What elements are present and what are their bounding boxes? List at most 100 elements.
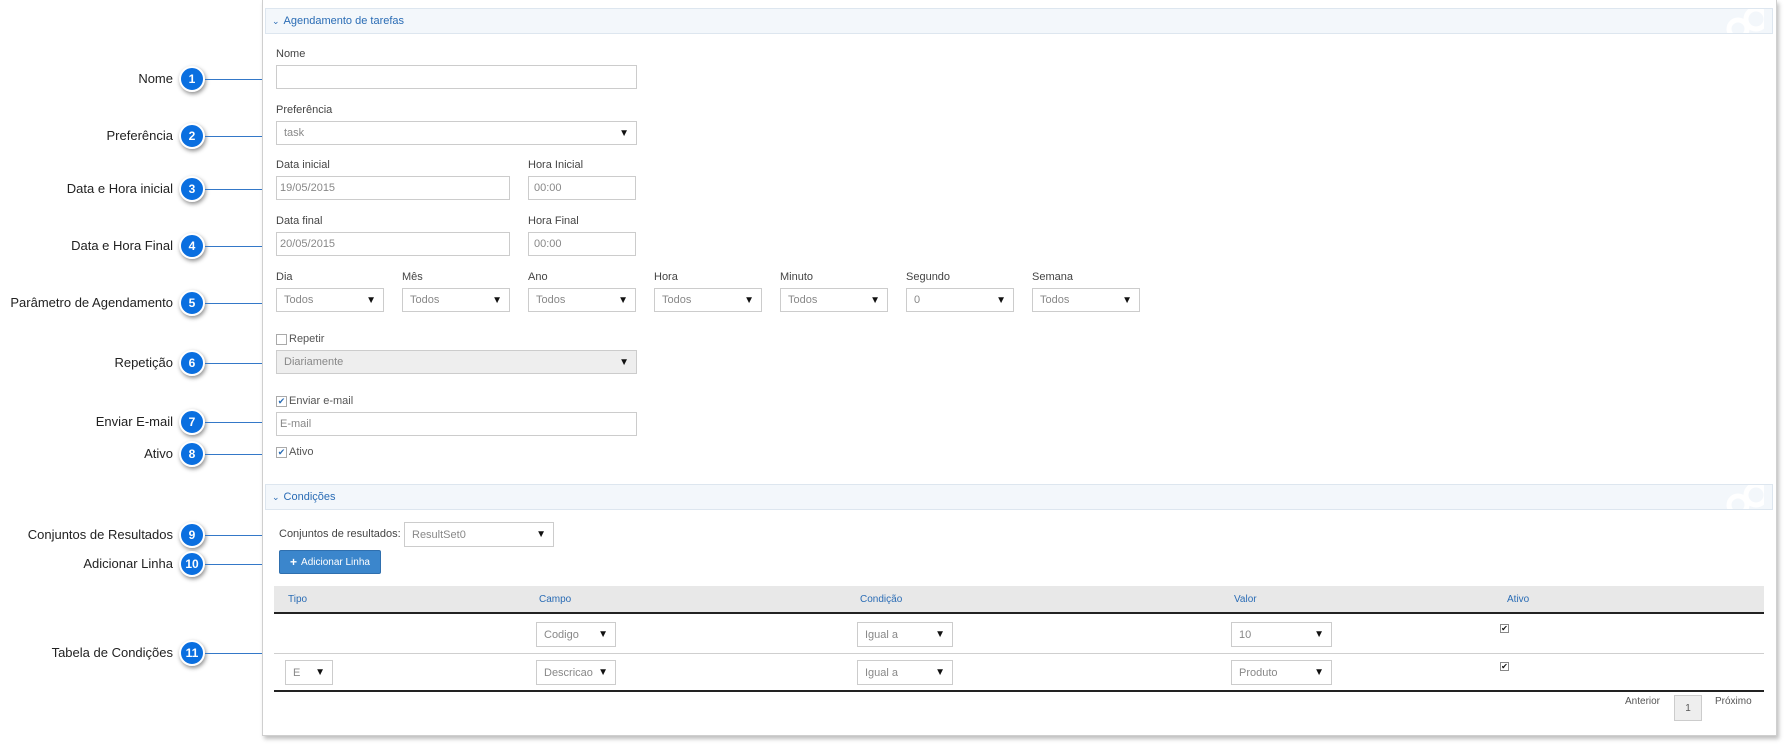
enviar-email-label: Enviar e-mail [289, 395, 354, 407]
repetir-checkbox[interactable] [276, 334, 287, 345]
tipo-value: E [293, 666, 301, 679]
dropdown-arrow-icon: ▼ [935, 667, 945, 678]
pager-page-1[interactable]: 1 [1674, 695, 1702, 721]
param-mes-select[interactable]: Todos ▼ [402, 288, 510, 312]
param-ano-select[interactable]: Todos ▼ [528, 288, 636, 312]
hora-final-input[interactable]: 00:00 [528, 232, 636, 256]
campo-select[interactable]: Codigo ▼ [536, 622, 616, 647]
dropdown-arrow-icon: ▼ [536, 529, 546, 540]
param-minuto-label: Minuto [780, 271, 814, 283]
dropdown-arrow-icon: ▼ [619, 356, 629, 368]
pager-prev[interactable]: Anterior [1625, 696, 1660, 707]
dropdown-arrow-icon: ▼ [598, 667, 608, 678]
preferencia-value: task [284, 127, 305, 139]
hora-final-label: Hora Final [528, 215, 579, 227]
section-header-agendamento[interactable]: ⌄ Agendamento de tarefas [265, 8, 1773, 34]
data-final-input[interactable]: 20/05/2015 [276, 232, 510, 256]
email-input[interactable]: E-mail [276, 412, 637, 436]
condicao-value: Igual a [865, 628, 899, 641]
param-ano-value: Todos [536, 294, 566, 306]
condicao-select[interactable]: Igual a ▼ [857, 622, 953, 647]
chevron-down-icon: ⌄ [272, 15, 280, 26]
valor-select[interactable]: 10 ▼ [1231, 622, 1332, 647]
dropdown-arrow-icon: ▼ [996, 294, 1006, 306]
section-header-condicoes[interactable]: ⌄ Condições [265, 484, 1773, 510]
callout-badge-11: 11 [179, 640, 205, 666]
data-inicial-label: Data inicial [276, 159, 330, 171]
resultset-select[interactable]: ResultSet0 ▼ [404, 522, 554, 547]
col-valor: Valor [1234, 594, 1257, 605]
dropdown-arrow-icon: ▼ [618, 294, 628, 306]
dropdown-arrow-icon: ▼ [315, 667, 325, 678]
dropdown-arrow-icon: ▼ [870, 294, 880, 306]
add-line-button[interactable]: + Adicionar Linha [279, 550, 381, 574]
callout-badge-4: 4 [179, 233, 205, 259]
callout-label-enviar-email: Enviar E-mail [95, 414, 173, 429]
callout-badge-7: 7 [179, 409, 205, 435]
param-hora-value: Todos [662, 294, 692, 306]
param-mes-label: Mês [402, 271, 423, 283]
param-minuto-select[interactable]: Todos ▼ [780, 288, 888, 312]
callout-label-conjuntos: Conjuntos de Resultados [27, 527, 173, 542]
param-mes-value: Todos [410, 294, 440, 306]
param-segundo-value: 0 [914, 294, 921, 306]
repeticao-value: Diariamente [284, 356, 344, 368]
resultset-label: Conjuntos de resultados: [279, 528, 401, 540]
valor-select[interactable]: Produto ▼ [1231, 660, 1332, 685]
callout-label-parametro: Parâmetro de Agendamento [10, 295, 173, 310]
param-ano-label: Ano [528, 271, 548, 283]
dropdown-arrow-icon: ▼ [492, 294, 502, 306]
param-hora-select[interactable]: Todos ▼ [654, 288, 762, 312]
conditions-table-header: Tipo Campo Condição Valor Ativo [274, 586, 1764, 614]
param-segundo-select[interactable]: 0 ▼ [906, 288, 1014, 312]
col-campo: Campo [539, 594, 572, 605]
tipo-select[interactable]: E ▼ [285, 660, 333, 685]
pager-next[interactable]: Próximo [1715, 696, 1752, 707]
section-title-agendamento: Agendamento de tarefas [283, 15, 405, 27]
condicao-value: Igual a [865, 666, 899, 679]
enviar-email-checkbox[interactable]: ✔ [276, 396, 287, 407]
repeticao-select[interactable]: Diariamente ▼ [276, 350, 637, 374]
param-dia-select[interactable]: Todos ▼ [276, 288, 384, 312]
preferencia-select[interactable]: task ▼ [276, 121, 637, 145]
row-divider [274, 653, 1764, 654]
ativo-checkbox[interactable]: ✔ [276, 447, 287, 458]
callout-badge-1: 1 [179, 66, 205, 92]
plus-icon: + [290, 555, 298, 569]
ativo-row-checkbox[interactable]: ✔ [1500, 662, 1509, 671]
param-dia-value: Todos [284, 294, 314, 306]
data-inicial-input[interactable]: 19/05/2015 [276, 176, 510, 200]
repetir-label: Repetir [289, 333, 325, 345]
col-ativo: Ativo [1507, 594, 1530, 605]
param-semana-value: Todos [1040, 294, 1070, 306]
valor-value: Produto [1239, 666, 1278, 679]
callout-badge-9: 9 [179, 522, 205, 548]
ativo-label: Ativo [289, 446, 314, 458]
callout-badge-6: 6 [179, 350, 205, 376]
col-condicao: Condição [860, 594, 903, 605]
hora-inicial-label: Hora Inicial [528, 159, 584, 171]
callout-badge-10: 10 [179, 551, 205, 577]
section-title-condicoes: Condições [283, 491, 336, 503]
param-semana-label: Semana [1032, 271, 1073, 283]
campo-select[interactable]: Descricao ▼ [536, 660, 616, 685]
campo-value: Codigo [544, 628, 579, 641]
callout-label-tabela: Tabela de Condições [51, 645, 173, 660]
dropdown-arrow-icon: ▼ [366, 294, 376, 306]
callout-badge-5: 5 [179, 290, 205, 316]
preferencia-label: Preferência [276, 104, 333, 116]
hora-inicial-input[interactable]: 00:00 [528, 176, 636, 200]
nome-label: Nome [276, 48, 306, 60]
table-bottom-border [274, 690, 1764, 692]
param-segundo-label: Segundo [906, 271, 951, 283]
param-dia-label: Dia [276, 271, 293, 283]
campo-value: Descricao [544, 666, 593, 679]
dropdown-arrow-icon: ▼ [1314, 629, 1324, 640]
callout-label-data-hora-inicial: Data e Hora inicial [66, 181, 173, 196]
valor-value: 10 [1239, 628, 1252, 641]
callout-label-adicionar: Adicionar Linha [83, 556, 173, 571]
param-semana-select[interactable]: Todos ▼ [1032, 288, 1140, 312]
condicao-select[interactable]: Igual a ▼ [857, 660, 953, 685]
ativo-row-checkbox[interactable]: ✔ [1500, 624, 1509, 633]
nome-input[interactable] [276, 65, 637, 89]
